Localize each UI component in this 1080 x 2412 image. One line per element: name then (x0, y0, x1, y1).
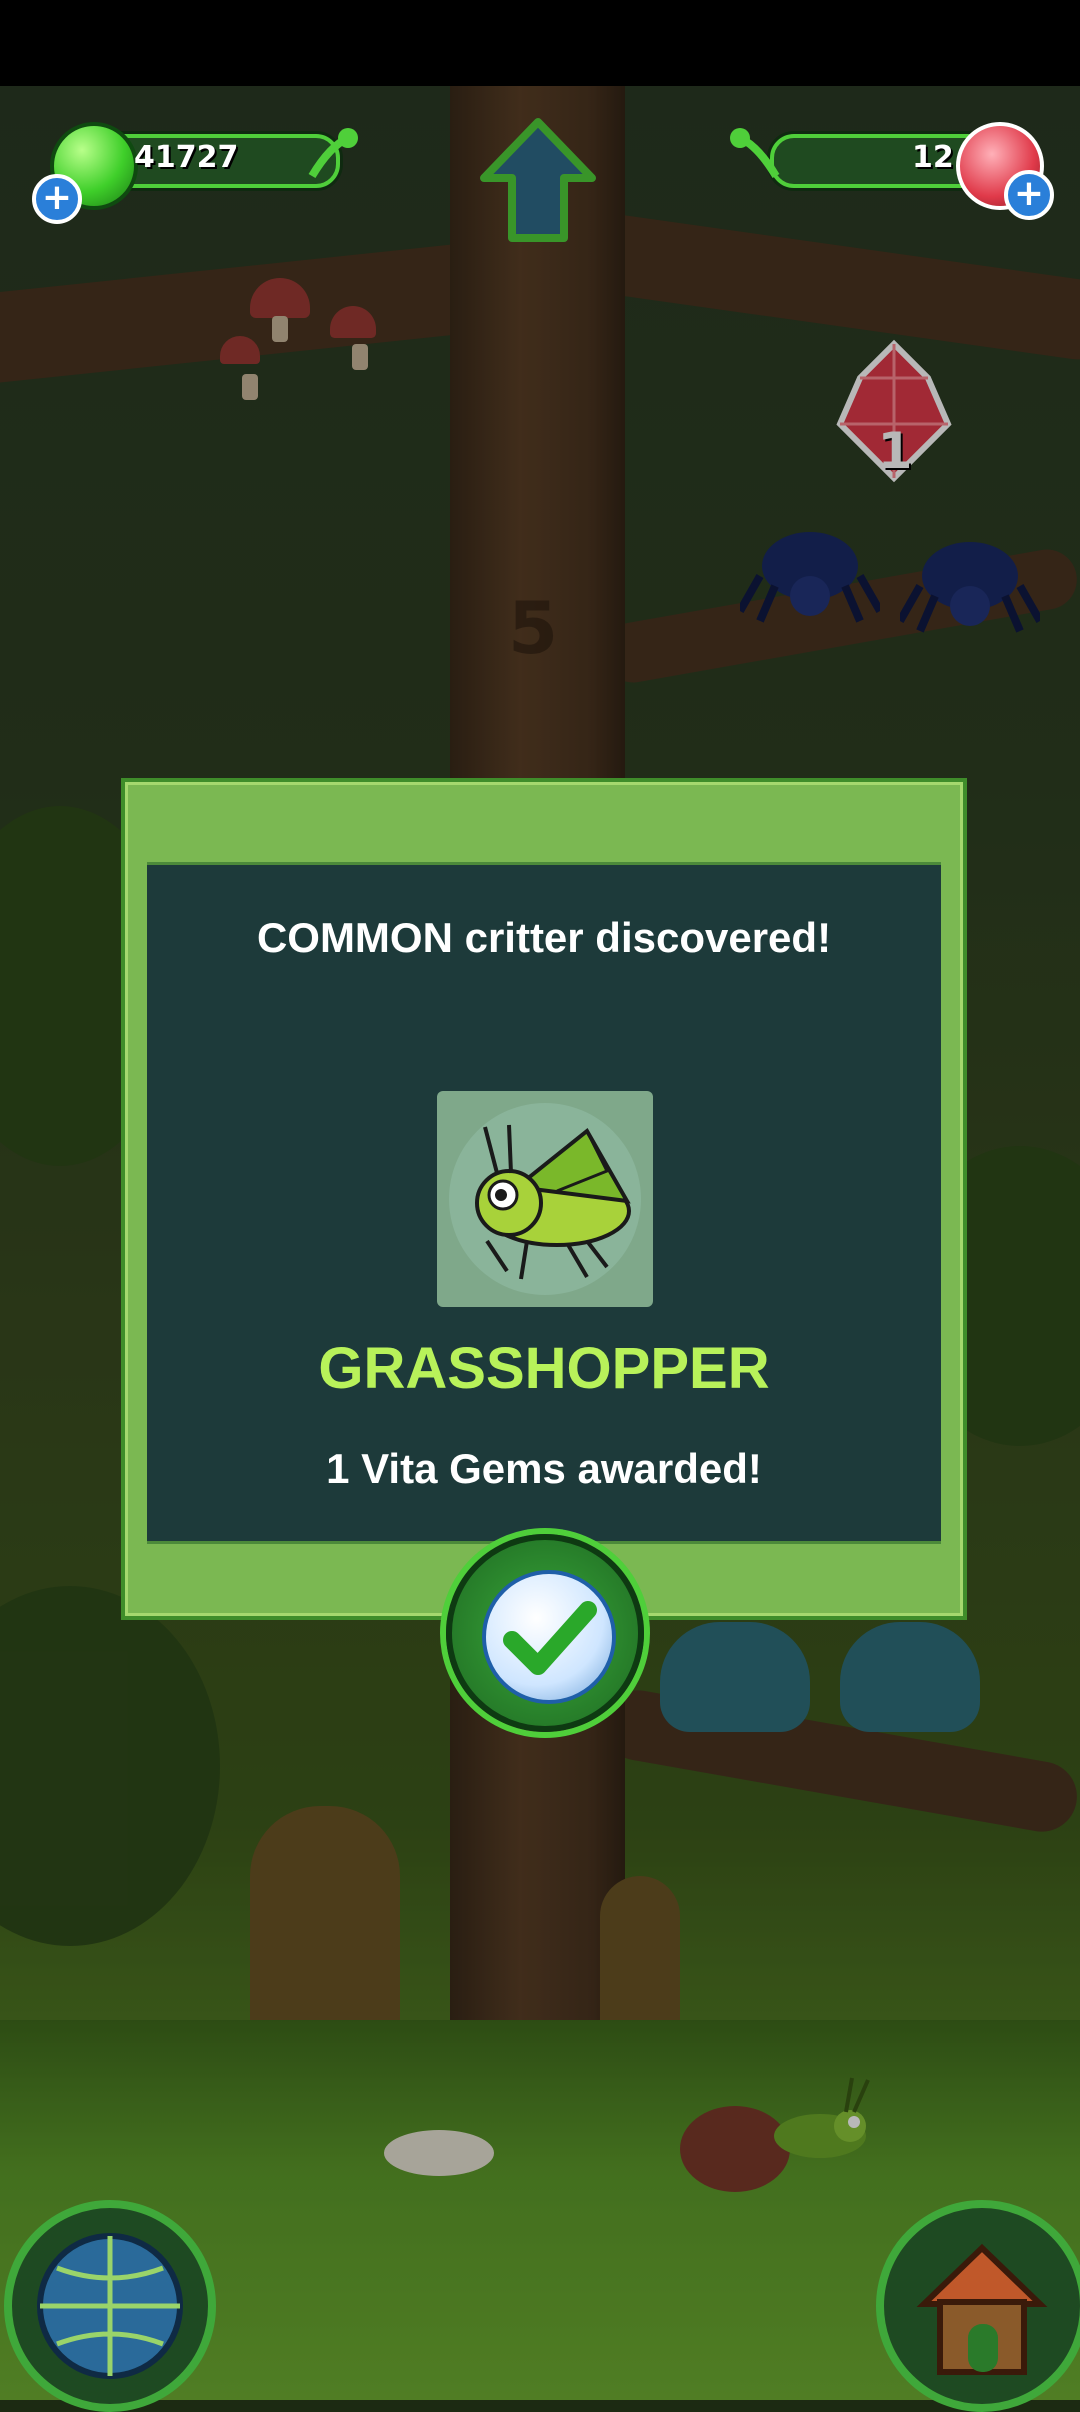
confirm-button-face (482, 1570, 616, 1704)
gem-reward-count: 1 (877, 422, 913, 480)
vita-count: 41727 (134, 140, 239, 175)
dialog-title: COMMON critter discovered! (256, 914, 832, 961)
critter-name: GRASSHOPPER (318, 1336, 770, 1401)
globe-icon (37, 2233, 183, 2379)
spider (900, 542, 1040, 633)
dialog-panel: COMMON critter discovered! GRASSHOPPER 1… (147, 862, 941, 1544)
spider (740, 532, 880, 623)
foliage-lower-left (0, 1586, 220, 1946)
treehouse-icon (916, 2243, 1048, 2375)
frog (660, 1622, 810, 1732)
grasshopper-icon (449, 1103, 641, 1295)
critter-portrait (437, 1091, 653, 1307)
tree-level-marker: 5 (508, 586, 559, 670)
koi-fish (384, 2130, 494, 2176)
treehouse-door (250, 1806, 400, 2036)
treehouse-button[interactable] (876, 2200, 1080, 2412)
grasshopper-wandering (774, 2077, 870, 2158)
treehouse-door (600, 1876, 680, 2026)
gem-count: 12 (912, 140, 954, 175)
checkmark-icon (503, 1601, 597, 1675)
add-gems-plus-icon[interactable]: + (1004, 170, 1054, 220)
branch-upper-right (557, 207, 1080, 365)
sprout-icon (308, 128, 358, 179)
sprout-icon (730, 128, 780, 179)
confirm-button[interactable] (446, 1534, 644, 1732)
add-vita-plus-icon[interactable]: + (32, 174, 82, 224)
critter-discovered-dialog: COMMON critter discovered! GRASSHOPPER 1… (121, 778, 967, 1620)
frog (840, 1622, 980, 1732)
status-bar (0, 0, 1080, 86)
world-map-button[interactable] (4, 2200, 216, 2412)
up-arrow-icon[interactable] (478, 116, 598, 246)
award-text: 1 Vita Gems awarded! (326, 1445, 762, 1492)
